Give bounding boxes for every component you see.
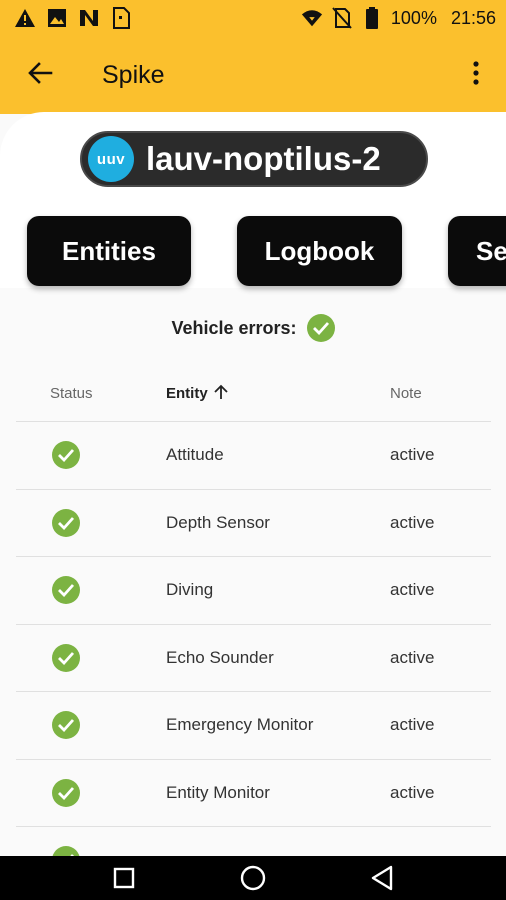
status-cell [16,508,128,537]
status-cell [16,778,128,807]
entity-cell: Entity Monitor [166,782,270,802]
app-bar: Spike [0,36,506,114]
status-bar: 100% 21:56 [0,0,506,36]
entities-button[interactable]: Entities [27,216,191,286]
status-cell [16,711,128,740]
status-bar-right: 100% 21:56 [301,7,496,29]
entity-cell: Emergency Monitor [166,715,314,735]
entity-cell: Depth Sensor [166,512,270,532]
vehicle-errors: Vehicle errors: [0,308,506,348]
n-icon [78,7,100,29]
table-row[interactable]: Attitude active [16,422,491,490]
note-cell: active [390,715,435,735]
check-circle-icon [52,778,80,807]
check-circle-icon [52,576,80,605]
status-cell [16,441,128,470]
check-circle-icon [306,314,335,342]
home-icon[interactable] [231,856,275,900]
header-note[interactable]: Note [390,385,491,402]
more-vert-icon [473,60,479,90]
status-bar-left [14,7,132,29]
table-row[interactable]: Depth Sensor active [16,490,491,557]
vehicle-name: lauv-noptilus-2 [146,140,381,177]
recents-icon[interactable] [102,856,146,900]
uuv-badge: uuv [88,136,134,182]
settings-button-partial[interactable]: Se [448,216,506,286]
check-circle-icon [52,643,80,672]
header-entity-label: Entity [166,385,208,402]
table-row[interactable]: Diving active [16,557,491,625]
back-button[interactable] [0,36,80,114]
logbook-button[interactable]: Logbook [237,216,402,286]
entity-cell: Attitude [166,445,224,465]
table-row[interactable]: Echo Sounder active [16,625,491,692]
image-icon [46,7,68,29]
check-circle-icon [52,711,80,740]
sim-icon [110,7,132,29]
note-cell: active [390,512,435,532]
warning-icon [14,7,36,29]
status-cell [16,643,128,672]
note-cell: active [390,782,435,802]
check-circle-icon [52,508,80,537]
header-status[interactable]: Status [16,385,128,402]
entity-table: Status Entity Note Attitude active Depth… [16,366,491,895]
table-row[interactable]: Emergency Monitor active [16,692,491,760]
wifi-icon [301,7,323,29]
battery-icon [361,7,383,29]
vehicle-errors-label: Vehicle errors: [171,317,297,338]
header-entity[interactable]: Entity [128,384,390,404]
note-cell: active [390,445,435,465]
battery-percent: 100% [390,7,437,28]
table-header: Status Entity Note [16,366,491,422]
no-sim-icon [331,7,353,29]
note-cell: active [390,647,435,667]
arrow-back-icon [27,61,53,90]
note-cell: active [390,580,435,600]
status-cell [16,576,128,605]
page-title: Spike [102,60,165,89]
vehicle-chip[interactable]: uuv lauv-noptilus-2 [80,131,428,187]
arrow-up-icon [214,384,228,404]
check-circle-icon [52,441,80,470]
overflow-menu-button[interactable] [446,36,506,114]
entity-cell: Echo Sounder [166,647,274,667]
clock: 21:56 [450,7,496,28]
table-row[interactable]: Entity Monitor active [16,760,491,827]
system-nav-bar [0,856,506,900]
entity-cell: Diving [166,580,214,600]
back-triangle-icon[interactable] [360,856,404,900]
